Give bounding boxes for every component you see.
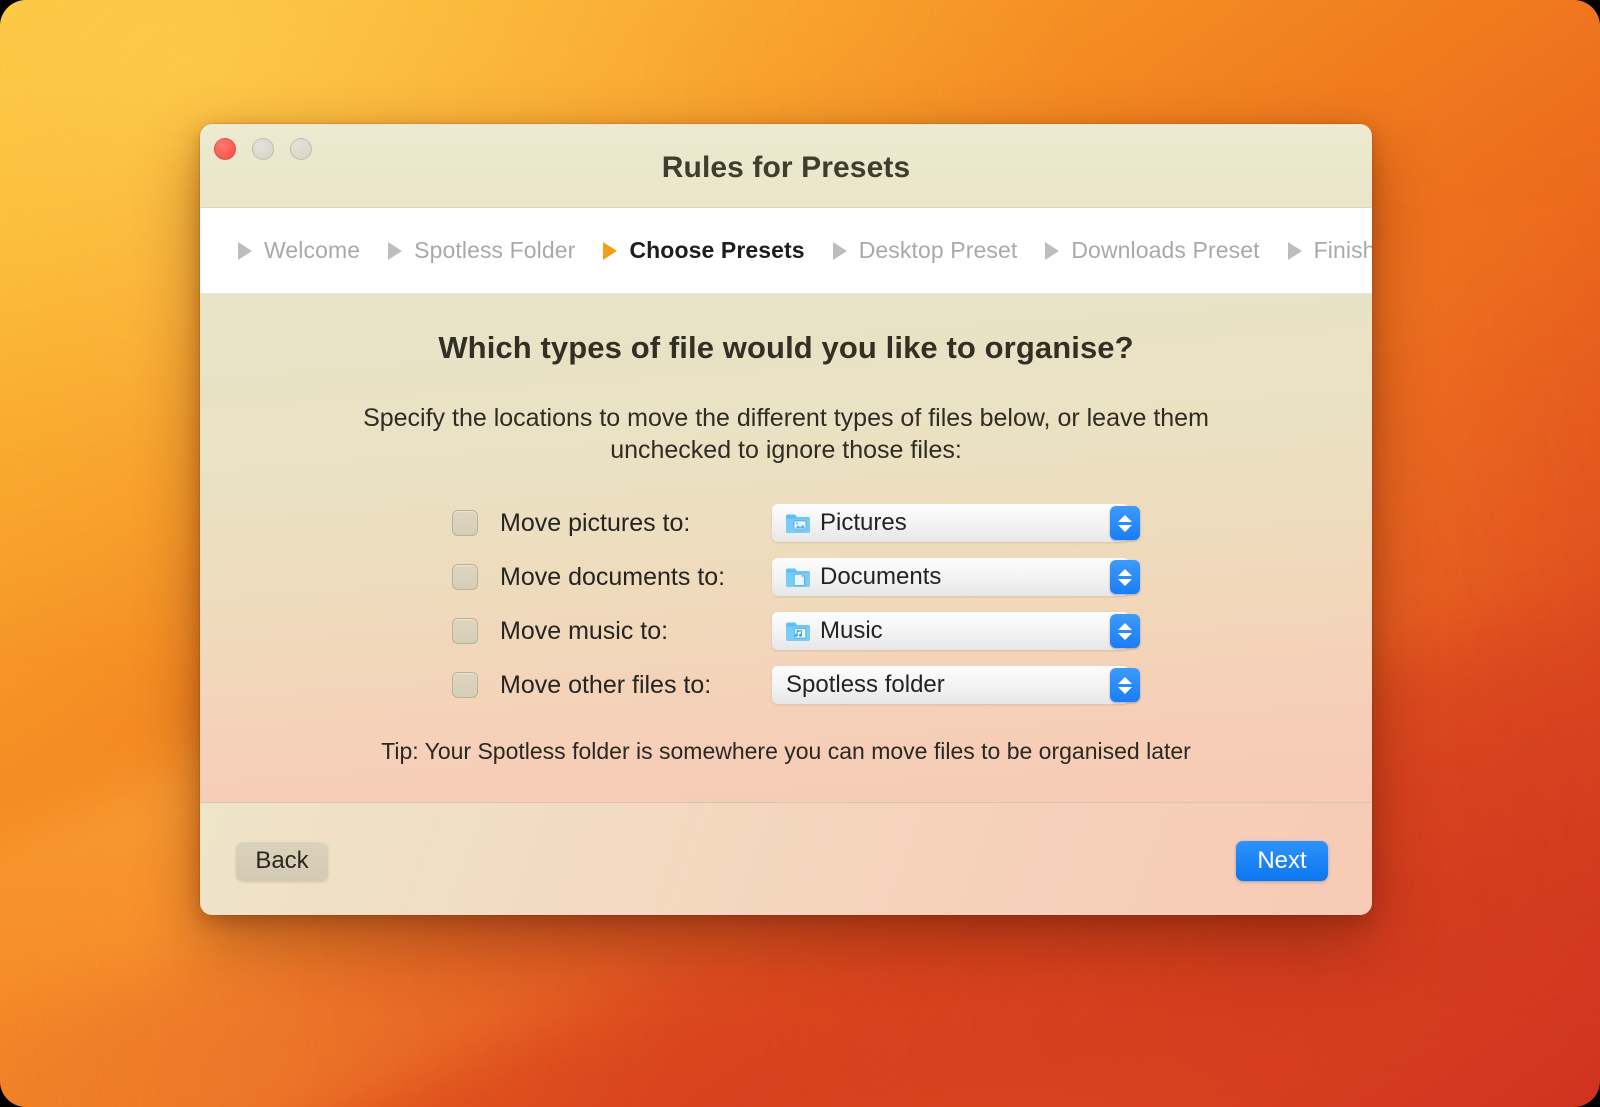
window-titlebar: Rules for Presets xyxy=(200,124,1372,208)
step-label: Welcome xyxy=(264,237,361,263)
move-music-label: Move music to: xyxy=(500,616,669,645)
move-pictures-checkbox[interactable] xyxy=(452,510,478,536)
move-music-stepper-icon[interactable] xyxy=(1110,614,1140,648)
app-window: Rules for Presets Welcome Spotless Folde… xyxy=(200,124,1372,915)
move-documents-label: Move documents to: xyxy=(500,562,726,591)
step-label: Finish xyxy=(1313,237,1372,263)
move-pictures-dropdown[interactable]: Pictures xyxy=(772,504,1140,542)
chevron-up-icon xyxy=(1118,622,1132,630)
step-downloads-preset[interactable]: Downloads Preset xyxy=(1045,237,1260,264)
step-spotless-folder[interactable]: Spotless Folder xyxy=(388,237,575,264)
step-breadcrumb-nav: Welcome Spotless Folder Choose Presets D… xyxy=(200,208,1372,294)
step-label: Choose Presets xyxy=(629,237,805,263)
move-other-files-label: Move other files to: xyxy=(500,670,712,699)
window-footer: Back Next xyxy=(200,803,1372,915)
triangle-right-icon xyxy=(1045,241,1060,260)
chevron-down-icon xyxy=(1118,524,1132,532)
triangle-right-icon xyxy=(238,241,252,260)
preset-rows: Move pictures to: Pictures Move document… xyxy=(200,496,1372,712)
row-move-music: Move music to: Music xyxy=(452,604,1372,658)
chevron-up-icon xyxy=(1118,568,1132,576)
move-music-checkbox[interactable] xyxy=(452,618,478,644)
triangle-right-icon xyxy=(388,241,403,260)
desktop-wallpaper: Rules for Presets Welcome Spotless Folde… xyxy=(0,0,1600,1107)
chevron-up-icon xyxy=(1118,514,1132,522)
step-desktop-preset[interactable]: Desktop Preset xyxy=(832,237,1018,264)
chevron-down-icon xyxy=(1118,632,1132,640)
step-choose-presets[interactable]: Choose Presets xyxy=(603,237,805,264)
folder-documents-icon xyxy=(785,566,811,588)
main-content: Which types of file would you like to or… xyxy=(200,294,1372,803)
folder-music-icon xyxy=(785,620,811,642)
triangle-right-icon xyxy=(603,241,618,260)
move-music-dropdown[interactable]: Music xyxy=(772,612,1140,650)
chevron-down-icon xyxy=(1118,686,1132,694)
move-other-files-value: Spotless folder xyxy=(786,671,945,698)
row-move-pictures: Move pictures to: Pictures xyxy=(452,496,1372,550)
step-welcome[interactable]: Welcome xyxy=(238,237,360,264)
move-documents-stepper-icon[interactable] xyxy=(1110,560,1140,594)
tip-text: Tip: Your Spotless folder is somewhere y… xyxy=(381,738,1191,764)
move-other-files-dropdown[interactable]: Spotless folder xyxy=(772,666,1140,704)
page-subtext: Specify the locations to move the differ… xyxy=(363,404,1209,464)
move-pictures-value: Pictures xyxy=(820,509,907,536)
folder-pictures-icon xyxy=(785,512,811,534)
move-documents-checkbox[interactable] xyxy=(452,564,478,590)
page-heading: Which types of file would you like to or… xyxy=(438,330,1134,365)
triangle-right-icon xyxy=(832,241,847,260)
move-other-files-stepper-icon[interactable] xyxy=(1110,668,1140,702)
window-title: Rules for Presets xyxy=(661,151,911,184)
move-pictures-label: Move pictures to: xyxy=(500,508,691,537)
step-finish[interactable]: Finish xyxy=(1287,237,1372,264)
chevron-up-icon xyxy=(1118,676,1132,684)
step-label: Spotless Folder xyxy=(414,237,576,263)
step-label: Desktop Preset xyxy=(858,237,1018,263)
triangle-right-icon xyxy=(1287,241,1302,260)
row-move-documents: Move documents to: Documents xyxy=(452,550,1372,604)
next-button[interactable]: Next xyxy=(1236,841,1328,881)
chevron-down-icon xyxy=(1118,578,1132,586)
row-move-other-files: Move other files to: Spotless folder xyxy=(452,658,1372,712)
move-documents-value: Documents xyxy=(820,563,942,590)
back-button[interactable]: Back xyxy=(236,841,328,881)
move-other-files-checkbox[interactable] xyxy=(452,672,478,698)
move-documents-dropdown[interactable]: Documents xyxy=(772,558,1140,596)
step-label: Downloads Preset xyxy=(1071,237,1260,263)
move-music-value: Music xyxy=(820,617,883,644)
move-pictures-stepper-icon[interactable] xyxy=(1110,506,1140,540)
